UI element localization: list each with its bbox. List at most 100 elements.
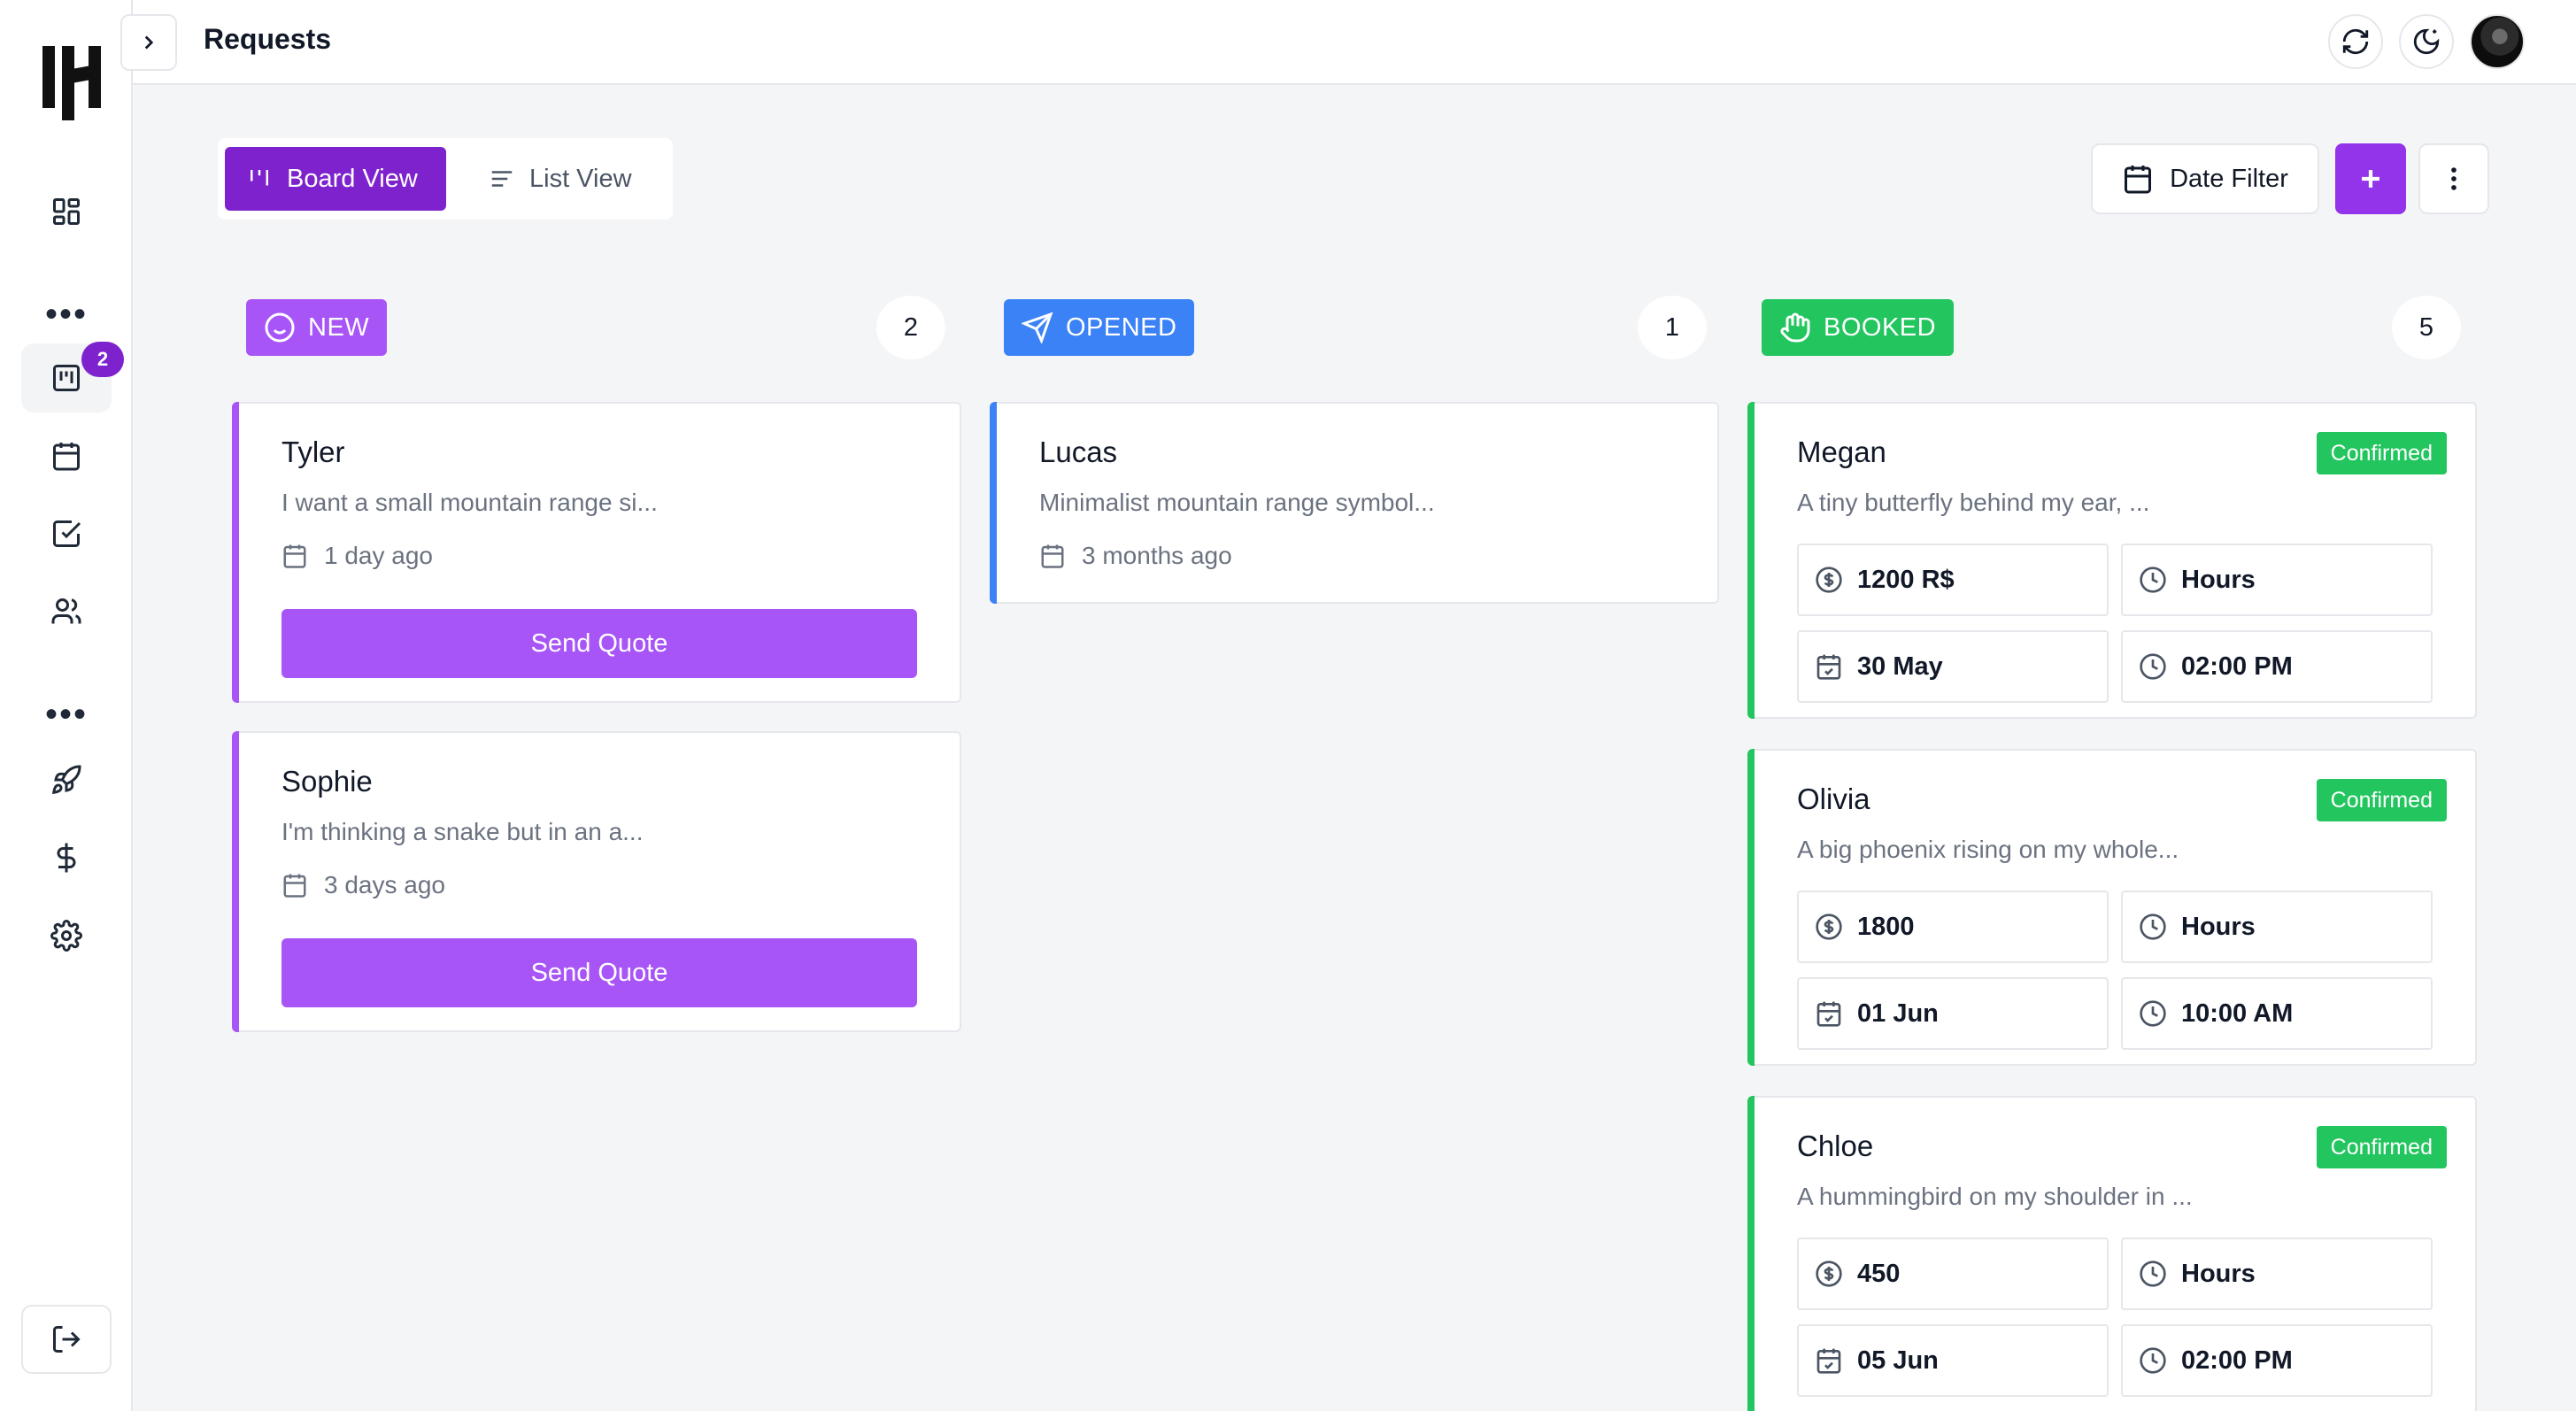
app-logo[interactable] bbox=[42, 44, 103, 120]
request-date: 3 days ago bbox=[282, 871, 445, 899]
time-value: 02:00 PM bbox=[2181, 652, 2293, 681]
clock-icon bbox=[2140, 1261, 2166, 1287]
date-value: 30 May bbox=[1857, 652, 1943, 681]
send-quote-button[interactable]: Send Quote bbox=[282, 938, 917, 1007]
client-name: Chloe bbox=[1797, 1130, 1874, 1162]
request-description: A big phoenix rising on my whole... bbox=[1797, 836, 2179, 863]
duration-field: Hours bbox=[2121, 544, 2433, 616]
time-value: 02:00 PM bbox=[2181, 1345, 2293, 1375]
more-options-button[interactable] bbox=[2418, 143, 2489, 214]
more-dots-icon: ••• bbox=[44, 695, 88, 734]
booking-card[interactable]: Olivia Confirmed A big phoenix rising on… bbox=[1747, 749, 2477, 1066]
column-tag-booked: BOOKED bbox=[1762, 299, 1955, 356]
dollar-circle-icon bbox=[1816, 567, 1842, 593]
calendar-check-icon bbox=[1816, 1348, 1841, 1374]
plus-icon bbox=[2362, 170, 2379, 188]
kanban-icon bbox=[53, 365, 80, 391]
expand-sidebar-button[interactable] bbox=[120, 14, 177, 71]
nav-calendar[interactable] bbox=[21, 421, 112, 490]
duration-value: Hours bbox=[2181, 1259, 2256, 1288]
booking-card[interactable]: Megan Confirmed A tiny butterfly behind … bbox=[1747, 402, 2477, 719]
date-filter-label: Date Filter bbox=[2170, 164, 2288, 193]
status-badge: Confirmed bbox=[2316, 1126, 2447, 1168]
sidebar: ••• 2 ••• bbox=[0, 0, 133, 1411]
request-description: I'm thinking a snake but in an a... bbox=[282, 818, 644, 845]
clock-icon bbox=[2140, 914, 2166, 940]
logout-icon bbox=[53, 1326, 81, 1353]
duration-field: Hours bbox=[2121, 891, 2433, 963]
chevron-right-icon bbox=[144, 35, 154, 50]
column-label: OPENED bbox=[1066, 312, 1177, 342]
date-field: 05 Jun bbox=[1797, 1324, 2109, 1397]
price-field: 1800 bbox=[1797, 891, 2109, 963]
column-tag-opened: OPENED bbox=[1004, 299, 1195, 356]
duration-field: Hours bbox=[2121, 1238, 2433, 1310]
duration-value: Hours bbox=[2181, 912, 2256, 941]
column-count: 1 bbox=[1638, 296, 1707, 359]
board-view-label: Board View bbox=[287, 164, 418, 193]
client-name: Megan bbox=[1797, 436, 1886, 468]
price-value: 1200 R$ bbox=[1857, 565, 1955, 594]
calendar-check-icon bbox=[1816, 654, 1841, 680]
date-filter-button[interactable]: Date Filter bbox=[2091, 143, 2319, 214]
date-field: 01 Jun bbox=[1797, 977, 2109, 1050]
request-description: Minimalist mountain range symbol... bbox=[1039, 489, 1435, 516]
request-card[interactable]: Tyler I want a small mountain range si..… bbox=[232, 402, 961, 703]
nav-settings[interactable] bbox=[21, 901, 112, 970]
price-field: 1200 R$ bbox=[1797, 544, 2109, 616]
column-tag-new: NEW bbox=[246, 299, 388, 356]
nav-finance[interactable] bbox=[21, 823, 112, 892]
top-bar: Requests bbox=[120, 0, 2576, 85]
status-badge: Confirmed bbox=[2316, 779, 2447, 821]
view-toggle: Board View List View bbox=[218, 138, 673, 220]
logout-button[interactable] bbox=[21, 1305, 112, 1374]
refresh-icon bbox=[2342, 28, 2369, 55]
request-description: A tiny butterfly behind my ear, ... bbox=[1797, 489, 2150, 516]
clock-icon bbox=[2140, 1347, 2166, 1374]
price-value: 1800 bbox=[1857, 912, 1915, 941]
nav-tasks[interactable] bbox=[21, 499, 112, 568]
gear-icon bbox=[50, 920, 82, 952]
client-name: Lucas bbox=[1039, 436, 1118, 468]
dollar-circle-icon bbox=[1816, 1261, 1842, 1287]
user-avatar[interactable] bbox=[2470, 14, 2525, 69]
card-accent bbox=[1747, 1096, 1755, 1411]
clock-icon bbox=[2140, 653, 2166, 680]
refresh-button[interactable] bbox=[2328, 14, 2383, 69]
moon-stars-icon bbox=[2413, 28, 2440, 55]
card-accent bbox=[1747, 749, 1755, 1066]
dollar-icon bbox=[57, 843, 76, 873]
nav-clients[interactable] bbox=[21, 577, 112, 646]
request-date-text: 3 days ago bbox=[324, 871, 445, 898]
calendar-icon bbox=[283, 874, 306, 898]
send-icon bbox=[1022, 312, 1053, 343]
request-description: A hummingbird on my shoulder in ... bbox=[1797, 1183, 2193, 1210]
column-label: BOOKED bbox=[1824, 312, 1937, 342]
list-icon bbox=[491, 171, 513, 187]
requests-badge: 2 bbox=[81, 342, 124, 377]
list-view-tab[interactable]: List View bbox=[467, 147, 666, 211]
nav-marketing[interactable] bbox=[21, 745, 112, 814]
column-count: 5 bbox=[2392, 296, 2461, 359]
theme-toggle-button[interactable] bbox=[2399, 14, 2454, 69]
board-view-tab[interactable]: Board View bbox=[225, 147, 446, 211]
dollar-circle-icon bbox=[1816, 914, 1842, 940]
calendar-check-icon bbox=[1816, 1001, 1841, 1027]
smile-icon bbox=[265, 312, 295, 343]
client-name: Olivia bbox=[1797, 783, 1870, 815]
nav-dashboard[interactable] bbox=[21, 177, 112, 246]
request-card[interactable]: Lucas Minimalist mountain range symbol..… bbox=[990, 402, 1719, 604]
client-name: Sophie bbox=[282, 765, 373, 798]
booking-card[interactable]: Chloe Confirmed A hummingbird on my shou… bbox=[1747, 1096, 2477, 1411]
add-request-button[interactable] bbox=[2335, 143, 2406, 214]
price-field: 450 bbox=[1797, 1238, 2109, 1310]
users-icon bbox=[51, 598, 81, 624]
send-quote-button[interactable]: Send Quote bbox=[282, 609, 917, 678]
board-icon bbox=[251, 170, 268, 186]
calendar-icon bbox=[2125, 166, 2152, 194]
more-dots-icon: ••• bbox=[44, 295, 88, 334]
time-field: 10:00 AM bbox=[2121, 977, 2433, 1050]
request-card[interactable]: Sophie I'm thinking a snake but in an a.… bbox=[232, 731, 961, 1032]
duration-value: Hours bbox=[2181, 565, 2256, 594]
card-accent bbox=[232, 402, 239, 703]
